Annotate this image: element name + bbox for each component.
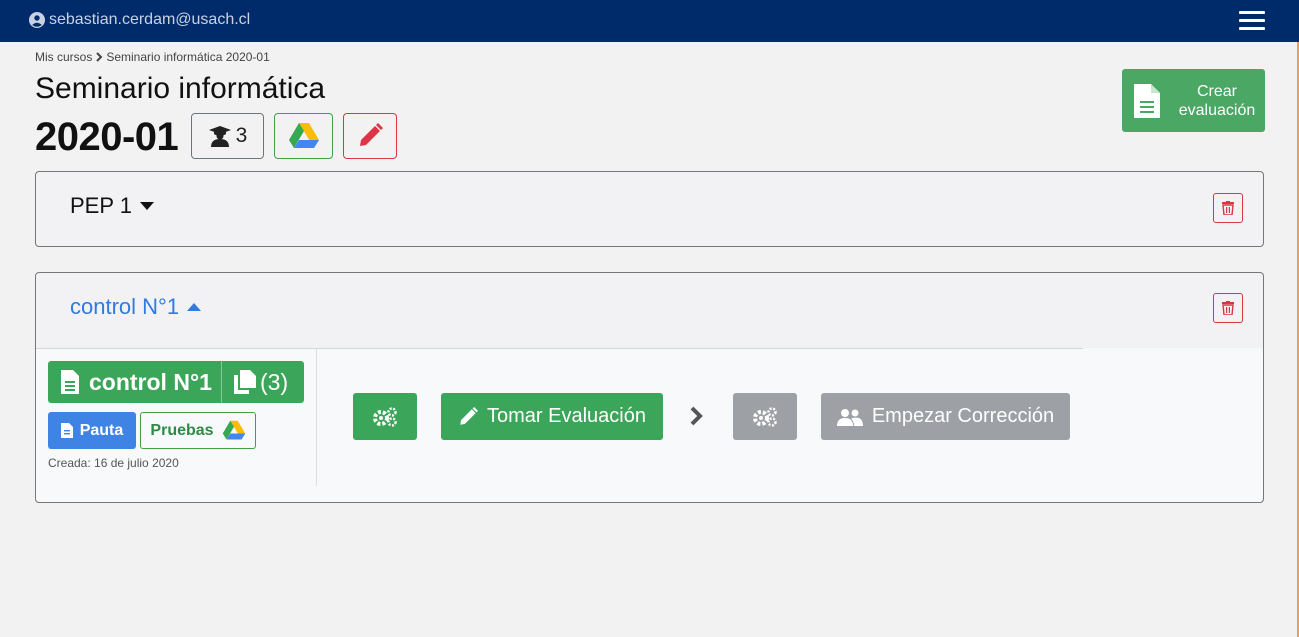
evaluation-toggle[interactable]: PEP 1 [70, 193, 154, 219]
file-text-icon [1134, 83, 1160, 118]
gears-icon [753, 406, 777, 427]
edit-course-button[interactable] [343, 113, 397, 159]
delete-evaluation-button[interactable] [1213, 193, 1243, 223]
copies-button[interactable]: (3) [222, 369, 288, 396]
google-drive-icon [222, 420, 245, 440]
evaluation-title: control N°1 [70, 294, 180, 319]
students-count: 3 [235, 124, 248, 147]
user-circle-icon [29, 12, 45, 28]
chevron-right-icon [689, 406, 703, 431]
pencil-icon [360, 123, 383, 146]
page-title: Seminario informática [35, 72, 326, 105]
user-email: sebastian.cerdam@usach.cl [49, 11, 251, 28]
start-correction-label: Empezar Corrección [871, 405, 1055, 427]
trash-icon [1222, 201, 1234, 215]
evaluation-card: control N°1 control N°1 (3) Pauta Prueba… [35, 272, 1264, 503]
create-evaluation-button[interactable]: Crear evaluación [1122, 69, 1265, 132]
breadcrumb: Mis cursos Seminario informática 2020-01 [35, 50, 270, 64]
evaluation-body: control N°1 (3) Pauta Pruebas Creada: 16… [36, 348, 1263, 502]
pauta-button[interactable]: Pauta [48, 412, 136, 449]
caret-down-icon [139, 202, 154, 210]
copy-icon [234, 370, 256, 394]
create-label-1: Crear [1196, 82, 1237, 100]
course-period: 2020-01 [35, 115, 179, 159]
evaluation-card: PEP 1 [35, 171, 1264, 247]
evaluation-file-button[interactable]: control N°1 (3) [48, 361, 304, 403]
created-date: Creada: 16 de julio 2020 [48, 456, 179, 470]
file-text-icon [61, 370, 79, 394]
menu-icon[interactable] [1239, 11, 1265, 33]
users-icon [836, 408, 863, 426]
google-drive-icon [288, 123, 319, 148]
configure-correction-button[interactable] [733, 393, 797, 440]
evaluation-details: control N°1 (3) Pauta Pruebas Creada: 16… [36, 348, 317, 486]
graduate-icon [208, 126, 231, 147]
drive-button[interactable] [274, 113, 333, 159]
evaluation-button-label: control N°1 [89, 368, 212, 395]
breadcrumb-current: Seminario informática 2020-01 [106, 50, 270, 64]
delete-evaluation-button[interactable] [1213, 293, 1243, 323]
evaluation-title: PEP 1 [70, 193, 132, 218]
breadcrumb-root[interactable]: Mis cursos [35, 50, 92, 64]
configure-take-button[interactable] [353, 393, 417, 440]
students-button[interactable]: 3 [191, 113, 264, 159]
take-evaluation-label: Tomar Evaluación [487, 405, 646, 427]
gears-icon [373, 406, 397, 427]
pauta-label: Pauta [79, 421, 124, 439]
copies-count: (3) [260, 368, 289, 395]
user-menu[interactable]: sebastian.cerdam@usach.cl [29, 11, 250, 29]
pruebas-label: Pruebas [150, 421, 214, 439]
caret-up-icon [187, 303, 202, 311]
trash-icon [1222, 301, 1234, 315]
top-navbar: sebastian.cerdam@usach.cl [0, 0, 1299, 42]
create-label-2: evaluación [1178, 101, 1256, 119]
take-evaluation-button[interactable]: Tomar Evaluación [441, 393, 663, 440]
evaluation-toggle[interactable]: control N°1 [70, 294, 202, 320]
start-correction-button[interactable]: Empezar Corrección [821, 393, 1070, 440]
chevron-right-icon [95, 52, 103, 62]
file-text-icon [60, 423, 73, 438]
pruebas-button[interactable]: Pruebas [140, 412, 256, 449]
pencil-icon [460, 406, 479, 425]
